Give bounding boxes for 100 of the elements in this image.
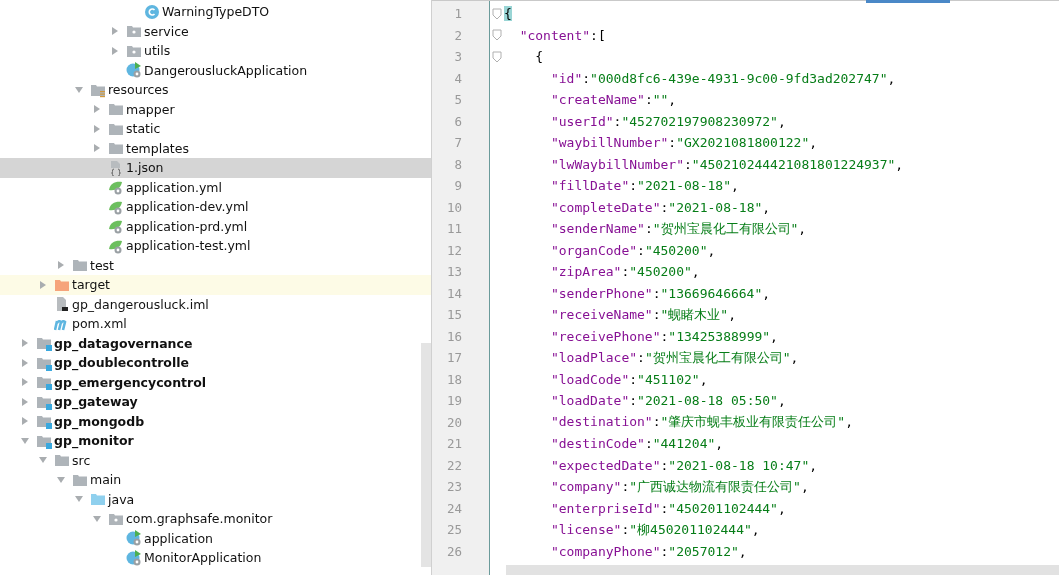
line-number: 18 — [445, 371, 462, 387]
code-line: "loadCode":"451102", — [549, 371, 708, 387]
code-line: "license":"柳450201102444", — [549, 520, 760, 539]
line-number: 9 — [453, 178, 462, 194]
scrollbar[interactable] — [421, 343, 431, 567]
collapse-arrow-icon[interactable] — [92, 513, 102, 524]
code-line: "id":"000d8fc6-439e-4931-9c00-9fd3ad202747", — [549, 70, 896, 86]
code-line: "zipArea":"450200", — [549, 264, 700, 280]
expand-arrow-icon[interactable] — [20, 396, 30, 407]
line-number: 24 — [445, 500, 462, 516]
fold-icon[interactable] — [492, 50, 502, 63]
scrollbar[interactable] — [506, 565, 1059, 575]
line-number: 2 — [453, 27, 462, 43]
tree-item[interactable]: gp_doublecontrolle — [0, 353, 431, 373]
tree-item[interactable]: test — [0, 255, 431, 275]
tree-item[interactable]: mapper — [0, 99, 431, 119]
tree-item[interactable]: gp_gateway — [0, 392, 431, 412]
tree-item[interactable]: application — [0, 528, 431, 548]
fold-icon[interactable] — [492, 7, 502, 20]
tree-item[interactable]: com.graphsafe.monitor — [0, 509, 431, 529]
expand-arrow-icon[interactable] — [110, 26, 120, 37]
spring-class-icon — [126, 549, 142, 566]
tree-item[interactable]: src — [0, 450, 431, 470]
line-number: 19 — [445, 393, 462, 409]
code-line: "loadDate":"2021-08-18 05:50", — [549, 393, 786, 409]
code-line: "receiveName":"蚬睹木业", — [549, 305, 736, 324]
tree-item[interactable]: gp_emergencycontrol — [0, 372, 431, 392]
line-number: 11 — [445, 221, 462, 237]
line-number: 12 — [445, 242, 462, 258]
tree-item[interactable]: application-dev.yml — [0, 197, 431, 217]
json-file-icon — [108, 159, 124, 176]
code-line: "receivePhone":"13425388999", — [549, 328, 778, 344]
line-number: 23 — [445, 479, 462, 495]
tree-item[interactable]: static — [0, 119, 431, 139]
tree-item[interactable]: java — [0, 489, 431, 509]
code-line: "createName":"", — [549, 92, 677, 108]
tree-item[interactable]: MonitorApplication — [0, 548, 431, 568]
folder-icon — [54, 452, 70, 469]
file-icon — [54, 296, 70, 313]
spring-class-icon — [126, 530, 142, 547]
line-number: 22 — [445, 457, 462, 473]
collapse-arrow-icon[interactable] — [74, 84, 84, 95]
line-number: 8 — [453, 156, 462, 172]
expand-arrow-icon[interactable] — [20, 338, 30, 349]
line-number: 26 — [445, 543, 462, 559]
line-number: 7 — [453, 135, 462, 151]
line-number: 3 — [453, 49, 462, 65]
class-icon — [144, 3, 160, 20]
tree-item[interactable]: application-prd.yml — [0, 216, 431, 236]
tree-item[interactable]: 1.json — [0, 158, 431, 178]
line-number: 5 — [453, 92, 462, 108]
fold-icon[interactable] — [492, 29, 502, 42]
tree-item[interactable]: resources — [0, 80, 431, 100]
tree-item[interactable]: main — [0, 470, 431, 490]
code-line: "enterpriseId":"450201102444", — [549, 500, 786, 516]
code-line: "fillDate":"2021-08-18", — [549, 178, 739, 194]
tree-item[interactable]: pom.xml — [0, 314, 431, 334]
collapse-arrow-icon[interactable] — [56, 474, 66, 485]
line-number: 1 — [453, 6, 462, 22]
tree-item[interactable]: WarningTypeDTO — [0, 2, 431, 22]
code-line: "expectedDate":"2021-08-18 10:47", — [549, 457, 818, 473]
module-folder-icon — [36, 335, 52, 352]
expand-arrow-icon[interactable] — [20, 377, 30, 388]
tree-item[interactable]: gp_datagovernance — [0, 333, 431, 353]
code-line: "completeDate":"2021-08-18", — [549, 199, 771, 215]
expand-arrow-icon[interactable] — [110, 45, 120, 56]
code-line: "destinCode":"441204", — [549, 436, 724, 452]
tree-item[interactable]: target — [0, 275, 431, 295]
tree-item[interactable]: utils — [0, 41, 431, 61]
line-number: 4 — [453, 70, 462, 86]
code-line: "company":"广西诚达物流有限责任公司", — [549, 477, 809, 496]
leaf-icon — [108, 218, 124, 235]
expand-arrow-icon[interactable] — [38, 279, 48, 290]
line-number: 25 — [445, 522, 462, 538]
tree-item[interactable]: gp_monitor — [0, 431, 431, 451]
tree-item[interactable]: service — [0, 21, 431, 41]
expand-arrow-icon[interactable] — [56, 260, 66, 271]
tree-item[interactable]: gp_dangerousluck.iml — [0, 294, 431, 314]
folder-icon — [90, 491, 106, 508]
expand-arrow-icon[interactable] — [92, 104, 102, 115]
folder-icon — [108, 140, 124, 157]
module-folder-icon — [36, 374, 52, 391]
line-number: 14 — [445, 285, 462, 301]
tree-item[interactable]: DangerousluckApplication — [0, 60, 431, 80]
expand-arrow-icon[interactable] — [92, 143, 102, 154]
line-number: 21 — [445, 436, 462, 452]
tree-item[interactable]: application-test.yml — [0, 236, 431, 256]
tree-item[interactable]: templates — [0, 138, 431, 158]
expand-arrow-icon[interactable] — [20, 416, 30, 427]
expand-arrow-icon[interactable] — [20, 357, 30, 368]
code-line: "userId":"452702197908230972", — [549, 113, 786, 129]
line-number: 16 — [445, 328, 462, 344]
tree-item[interactable]: gp_mongodb — [0, 411, 431, 431]
collapse-arrow-icon[interactable] — [20, 435, 30, 446]
expand-arrow-icon[interactable] — [92, 123, 102, 134]
code-line: { — [534, 49, 544, 65]
tree-item[interactable]: application.yml — [0, 177, 431, 197]
line-number: 17 — [445, 350, 462, 366]
leaf-icon — [108, 179, 124, 196]
code-line: "content":[ — [518, 27, 606, 43]
